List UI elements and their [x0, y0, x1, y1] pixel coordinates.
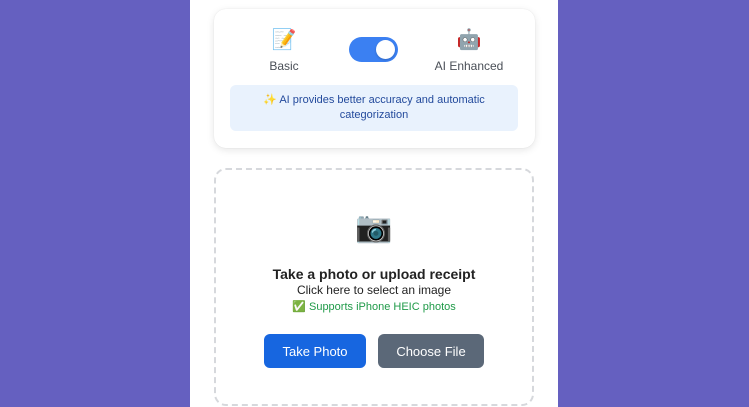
mode-ai-label: AI Enhanced [434, 59, 504, 73]
memo-icon: 📝 [271, 29, 297, 51]
upload-dropzone[interactable]: 📷 Take a photo or upload receipt Click h… [214, 168, 534, 406]
upload-subtitle: Click here to select an image [296, 283, 452, 297]
robot-icon: 🤖 [456, 29, 482, 51]
camera-icon: 📷 [355, 211, 393, 244]
main-panel: 📝 Basic 🤖 AI Enhanced ✨ AI provides bett… [190, 0, 558, 407]
mode-toggle[interactable] [349, 37, 398, 62]
toggle-knob [376, 40, 395, 59]
ai-info-banner: ✨ AI provides better accuracy and automa… [230, 85, 518, 131]
mode-selector-card: 📝 Basic 🤖 AI Enhanced ✨ AI provides bett… [214, 9, 535, 148]
take-photo-button[interactable]: Take Photo [264, 334, 366, 368]
mode-option-basic[interactable]: 📝 Basic [259, 27, 309, 73]
choose-file-button[interactable]: Choose File [378, 334, 484, 368]
upload-title: Take a photo or upload receipt [272, 266, 476, 282]
mode-basic-label: Basic [269, 59, 299, 73]
mode-option-ai[interactable]: 🤖 AI Enhanced [424, 27, 514, 73]
heic-support-note: ✅ Supports iPhone HEIC photos [292, 301, 456, 313]
